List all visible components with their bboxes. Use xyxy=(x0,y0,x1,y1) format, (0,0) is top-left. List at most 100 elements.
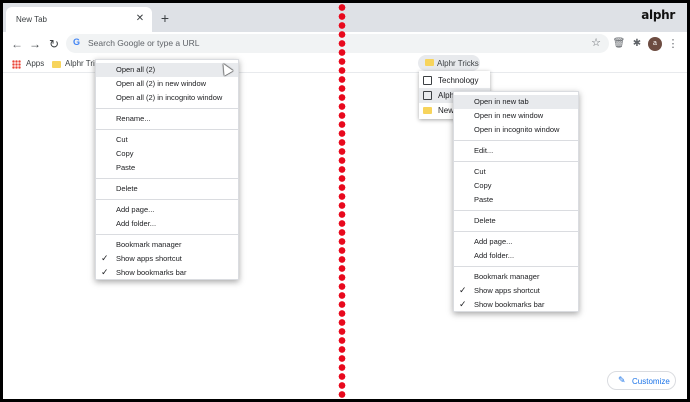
folder-icon xyxy=(423,107,432,114)
menu-label: Open all (2) xyxy=(116,65,156,74)
tab-new-tab[interactable]: New Tab ✕ xyxy=(6,7,152,32)
menu-copy[interactable]: Copy xyxy=(96,147,238,161)
menu-bookmark-manager[interactable]: Bookmark manager xyxy=(454,270,578,284)
menu-bookmark-manager[interactable]: Bookmark manager xyxy=(96,238,238,252)
menu-open-new-window[interactable]: Open in new window xyxy=(454,109,578,123)
menu-label: Open in new window xyxy=(474,111,544,120)
more-icon[interactable]: ⋮ xyxy=(666,37,680,51)
menu-label: Delete xyxy=(116,184,138,193)
customize-label: Customize xyxy=(632,377,670,386)
alphr-logo: alphr xyxy=(641,8,675,22)
menu-separator xyxy=(96,129,238,130)
dropdown-item-label: Technology xyxy=(438,76,479,85)
menu-show-apps-shortcut[interactable]: ✓ Show apps shortcut xyxy=(454,284,578,298)
menu-open-new-tab[interactable]: Open in new tab xyxy=(454,95,578,109)
google-icon: G xyxy=(73,37,81,47)
menu-separator xyxy=(454,266,578,267)
trash-icon[interactable]: 🗑 xyxy=(612,37,626,51)
menu-label: Add page... xyxy=(474,237,513,246)
menu-label: Delete xyxy=(474,216,496,225)
dropdown-item-label: New xyxy=(438,106,455,115)
menu-open-all[interactable]: Open all (2) xyxy=(96,63,238,77)
back-icon[interactable]: ← xyxy=(9,36,25,52)
menu-rename[interactable]: Rename... xyxy=(96,112,238,126)
folder-icon xyxy=(52,61,61,68)
menu-separator xyxy=(454,210,578,211)
menu-edit[interactable]: Edit... xyxy=(454,144,578,158)
menu-paste[interactable]: Paste xyxy=(96,161,238,175)
menu-label: Paste xyxy=(474,195,494,204)
menu-label: Show apps shortcut xyxy=(474,286,540,295)
checkmark-icon: ✓ xyxy=(459,299,467,309)
menu-separator xyxy=(454,161,578,162)
avatar[interactable]: a xyxy=(648,37,662,51)
menu-label: Copy xyxy=(474,181,492,190)
menu-label: Edit... xyxy=(474,146,494,155)
menu-label: Open in new tab xyxy=(474,97,529,106)
checkmark-icon: ✓ xyxy=(459,285,467,295)
tab-title: New Tab xyxy=(16,15,47,24)
pencil-icon: ✎ xyxy=(618,375,626,385)
checkmark-icon: ✓ xyxy=(101,267,109,277)
bookmark-context-menu: Open in new tab Open in new window Open … xyxy=(453,91,579,312)
menu-add-page[interactable]: Add page... xyxy=(454,235,578,249)
close-icon[interactable]: ✕ xyxy=(134,13,146,25)
omnibox-placeholder: Search Google or type a URL xyxy=(88,38,200,48)
menu-copy[interactable]: Copy xyxy=(454,179,578,193)
bookmark-folder-alphr-tricks[interactable]: Alphr Tric xyxy=(65,59,99,68)
menu-show-bookmarks-bar[interactable]: ✓ Show bookmarks bar xyxy=(454,298,578,312)
menu-separator xyxy=(96,199,238,200)
apps-shortcut[interactable]: Apps xyxy=(26,59,44,68)
puzzle-icon[interactable]: ✱ xyxy=(630,37,644,51)
checkmark-icon: ✓ xyxy=(101,253,109,263)
menu-label: Add folder... xyxy=(116,219,157,228)
apps-grid-icon[interactable] xyxy=(12,60,21,69)
menu-separator xyxy=(96,108,238,109)
menu-label: Cut xyxy=(116,135,128,144)
menu-cut[interactable]: Cut xyxy=(454,165,578,179)
menu-paste[interactable]: Paste xyxy=(454,193,578,207)
menu-show-bookmarks-bar[interactable]: ✓ Show bookmarks bar xyxy=(96,266,238,280)
menu-label: Open all (2) in new window xyxy=(116,79,207,88)
menu-label: Paste xyxy=(116,163,136,172)
menu-label: Rename... xyxy=(116,114,151,123)
dropdown-item-label: Alph xyxy=(438,91,455,100)
menu-delete[interactable]: Delete xyxy=(454,214,578,228)
menu-label: Open in incognito window xyxy=(474,125,560,134)
folder-icon xyxy=(425,59,434,66)
menu-label: Open all (2) in incognito window xyxy=(116,93,223,102)
menu-add-folder[interactable]: Add folder... xyxy=(96,217,238,231)
menu-label: Show apps shortcut xyxy=(116,254,182,263)
menu-label: Copy xyxy=(116,149,134,158)
menu-delete[interactable]: Delete xyxy=(96,182,238,196)
menu-add-folder[interactable]: Add folder... xyxy=(454,249,578,263)
red-dotted-divider xyxy=(338,3,346,399)
menu-label: Bookmark manager xyxy=(474,272,540,281)
new-tab-button[interactable]: + xyxy=(157,10,173,26)
folder-context-menu: Open all (2) Open all (2) in new window … xyxy=(95,59,239,280)
dropdown-item-technology[interactable]: Technology xyxy=(419,73,490,88)
page-icon xyxy=(423,76,432,85)
bookmark-folder-button[interactable]: Alphr Tricks xyxy=(418,55,480,71)
menu-add-page[interactable]: Add page... xyxy=(96,203,238,217)
menu-separator xyxy=(96,234,238,235)
menu-open-incognito[interactable]: Open in incognito window xyxy=(454,123,578,137)
menu-label: Show bookmarks bar xyxy=(116,268,187,277)
menu-separator xyxy=(454,231,578,232)
menu-label: Add folder... xyxy=(474,251,515,260)
menu-open-all-incognito[interactable]: Open all (2) in incognito window xyxy=(96,91,238,105)
menu-label: Show bookmarks bar xyxy=(474,300,545,309)
reload-icon[interactable]: ↻ xyxy=(46,36,62,52)
menu-open-all-new-window[interactable]: Open all (2) in new window xyxy=(96,77,238,91)
menu-label: Add page... xyxy=(116,205,155,214)
star-icon[interactable]: ☆ xyxy=(591,36,601,49)
folder-button-label: Alphr Tricks xyxy=(437,59,479,68)
customize-button[interactable]: ✎ Customize xyxy=(607,371,676,390)
forward-icon[interactable]: → xyxy=(27,36,43,52)
menu-label: Cut xyxy=(474,167,486,176)
menu-cut[interactable]: Cut xyxy=(96,133,238,147)
menu-separator xyxy=(454,140,578,141)
menu-separator xyxy=(96,178,238,179)
menu-label: Bookmark manager xyxy=(116,240,182,249)
menu-show-apps-shortcut[interactable]: ✓ Show apps shortcut xyxy=(96,252,238,266)
